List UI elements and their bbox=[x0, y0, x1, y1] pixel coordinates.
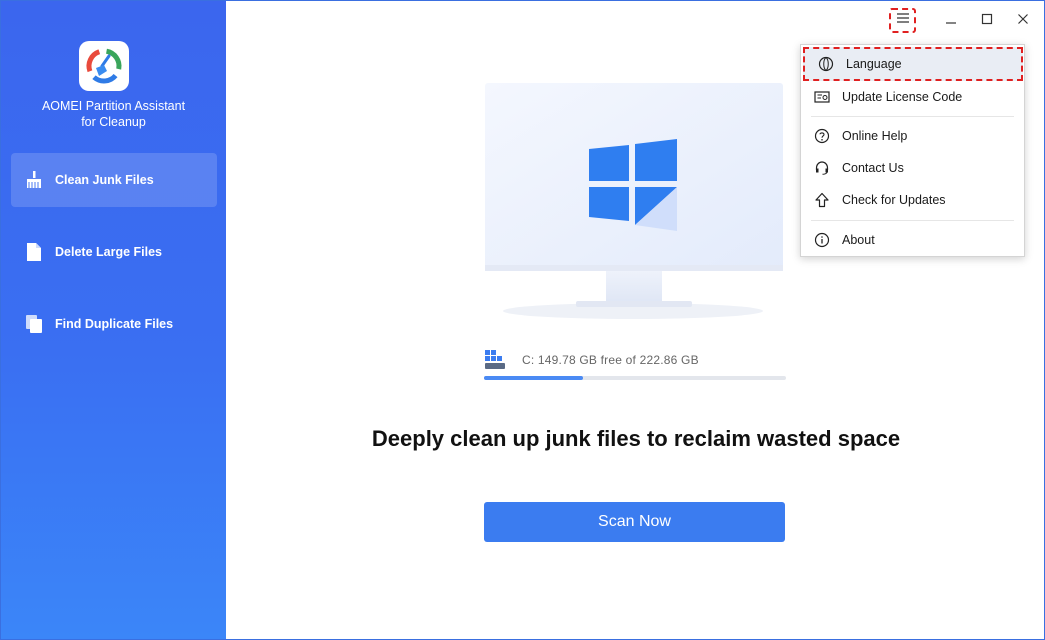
app-logo bbox=[79, 41, 129, 91]
menu-item-label: About bbox=[842, 233, 875, 247]
menu-item-label: Language bbox=[846, 57, 902, 71]
sidebar-item-label: Find Duplicate Files bbox=[55, 317, 174, 331]
menu-item-online-help[interactable]: Online Help bbox=[801, 120, 1024, 152]
license-icon bbox=[813, 88, 831, 106]
sidebar-item-label: Delete Large Files bbox=[55, 245, 162, 259]
headline: Deeply clean up junk files to reclaim wa… bbox=[371, 426, 901, 451]
computer-illustration bbox=[471, 71, 801, 336]
menu-item-contact-us[interactable]: Contact Us bbox=[801, 152, 1024, 184]
close-button[interactable] bbox=[1010, 9, 1036, 33]
app-name: AOMEI Partition Assistant for Cleanup bbox=[1, 98, 226, 130]
sidebar-item-label: Clean Junk Files bbox=[55, 173, 154, 187]
menu-item-update-license-code[interactable]: Update License Code bbox=[801, 81, 1024, 113]
sidebar-item-delete-large-files[interactable]: Delete Large Files bbox=[11, 225, 217, 279]
info-icon bbox=[813, 231, 831, 249]
duplicate-files-icon bbox=[23, 313, 45, 335]
disk-drive-icon bbox=[484, 349, 506, 376]
help-icon bbox=[813, 127, 831, 145]
disk-usage-fill bbox=[484, 376, 584, 380]
maximize-button[interactable] bbox=[974, 9, 1000, 33]
app-window: AOMEI Partition Assistant for Cleanup Cl… bbox=[0, 0, 1045, 640]
headset-icon bbox=[813, 159, 831, 177]
menu-item-check-for-updates[interactable]: Check for Updates bbox=[801, 184, 1024, 216]
language-icon bbox=[817, 55, 835, 73]
menu-item-language[interactable]: Language bbox=[803, 47, 1023, 81]
options-dropdown-menu: Language Update License Code Online Help… bbox=[800, 44, 1025, 257]
app-name-line1: AOMEI Partition Assistant bbox=[41, 99, 186, 113]
menu-item-about[interactable]: About bbox=[801, 224, 1024, 256]
menu-item-label: Check for Updates bbox=[842, 193, 946, 207]
broom-icon bbox=[23, 169, 45, 191]
upload-arrow-icon bbox=[813, 191, 831, 209]
disk-space-label: C: 149.78 GB free of 222.86 GB bbox=[522, 353, 699, 367]
app-name-line2: for Cleanup bbox=[81, 115, 146, 129]
menu-button[interactable] bbox=[889, 8, 916, 33]
minimize-icon bbox=[945, 12, 957, 30]
sidebar: AOMEI Partition Assistant for Cleanup Cl… bbox=[1, 1, 226, 639]
menu-item-label: Online Help bbox=[842, 129, 908, 143]
menu-item-label: Contact Us bbox=[842, 161, 904, 175]
sidebar-item-find-duplicate-files[interactable]: Find Duplicate Files bbox=[11, 297, 217, 351]
maximize-icon bbox=[981, 12, 993, 30]
close-icon bbox=[1017, 12, 1029, 30]
disk-info: C: 149.78 GB free of 222.86 GB bbox=[484, 349, 786, 383]
minimize-button[interactable] bbox=[938, 9, 964, 33]
sidebar-item-clean-junk-files[interactable]: Clean Junk Files bbox=[11, 153, 217, 207]
menu-divider bbox=[811, 116, 1014, 117]
scan-now-button[interactable]: Scan Now bbox=[484, 502, 785, 542]
menu-icon bbox=[896, 11, 910, 30]
menu-item-label: Update License Code bbox=[842, 90, 963, 104]
menu-divider bbox=[811, 220, 1014, 221]
file-icon bbox=[23, 241, 45, 263]
disk-usage-bar bbox=[484, 376, 786, 380]
